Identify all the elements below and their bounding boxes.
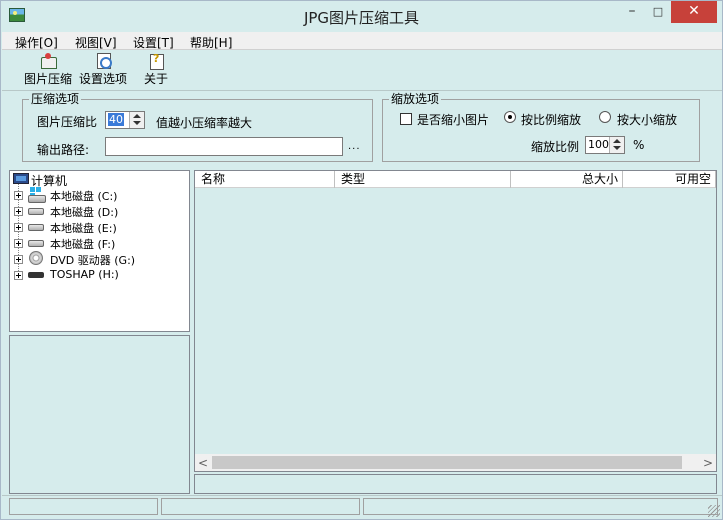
column-header-total-size[interactable]: 总大小 [511, 171, 623, 188]
app-window: JPG图片压缩工具 – □ ✕ 操作[O] 视图[V] 设置[T] 帮助[H] … [0, 0, 723, 520]
ratio-label: 图片压缩比 [37, 115, 98, 129]
path-bar [194, 474, 717, 494]
status-segment-1 [9, 498, 158, 515]
tree-node-drive-g[interactable]: DVD 驱动器 (G:) [10, 251, 189, 267]
scroll-right-arrow[interactable]: > [700, 457, 716, 469]
drive-icon [28, 208, 44, 215]
dvd-icon [29, 251, 43, 265]
expand-icon[interactable] [14, 223, 23, 232]
scrollbar-thumb[interactable] [212, 456, 682, 469]
scale-by-ratio-radio[interactable] [504, 111, 516, 123]
compress-options-group: 压缩选项 图片压缩比 40 值越小压缩率越大 输出路径: ... [22, 92, 373, 162]
maximize-button[interactable]: □ [645, 1, 671, 23]
drive-icon [28, 240, 44, 247]
tree-node-label: TOSHAP (H:) [50, 268, 119, 281]
status-bar [2, 495, 722, 519]
tree-node-computer[interactable]: 计算机 [10, 171, 189, 188]
compress-options-title: 压缩选项 [29, 92, 82, 106]
ratio-stepper-arrows[interactable] [129, 112, 144, 128]
file-list[interactable]: 名称 类型 总大小 可用空 < > [194, 170, 717, 472]
output-path-label: 输出路径: [37, 143, 90, 157]
compress-button[interactable]: 图片压缩 [22, 53, 74, 87]
scale-by-ratio-label: 按比例缩放 [521, 113, 582, 127]
resize-grip[interactable] [708, 505, 720, 517]
settings-button-label: 设置选项 [78, 72, 127, 86]
column-header-free-space[interactable]: 可用空 [623, 171, 716, 188]
expand-icon[interactable] [14, 191, 23, 200]
tree-node-drive-d[interactable]: 本地磁盘 (D:) [10, 203, 189, 219]
system-drive-icon [28, 187, 46, 203]
tree-node-label: DVD 驱动器 (G:) [50, 254, 136, 267]
about-button-label: 关于 [143, 72, 168, 86]
ratio-hint: 值越小压缩率越大 [156, 116, 253, 130]
column-header-name[interactable]: 名称 [195, 171, 335, 188]
scale-ratio-stepper[interactable]: 100 [585, 136, 625, 154]
scale-ratio-label: 缩放比例 [531, 140, 580, 154]
menu-view[interactable]: 视图[V] [75, 34, 117, 51]
settings-icon [94, 53, 112, 69]
tree-node-label: 本地磁盘 (C:) [50, 190, 118, 203]
title-bar: JPG图片压缩工具 – □ ✕ [1, 1, 722, 31]
tree-node-label: 本地磁盘 (F:) [50, 238, 116, 251]
column-header-type[interactable]: 类型 [335, 171, 511, 188]
tree-node-drive-c[interactable]: 本地磁盘 (C:) [10, 187, 189, 203]
computer-icon [13, 173, 29, 184]
scroll-left-arrow[interactable]: < [195, 457, 211, 469]
preview-panel [9, 335, 190, 494]
folder-tree[interactable]: 计算机 本地磁盘 (C:) 本地磁盘 (D:) 本地磁盘 (E:) 本地磁盘 (… [9, 170, 190, 332]
settings-button[interactable]: 设置选项 [77, 53, 129, 87]
toolbar: 图片压缩 设置选项 关于 [2, 51, 722, 91]
expand-icon[interactable] [14, 255, 23, 264]
menu-settings[interactable]: 设置[T] [133, 34, 174, 51]
usb-drive-icon [28, 272, 44, 278]
about-button[interactable]: 关于 [141, 52, 171, 87]
tree-node-label: 本地磁盘 (D:) [50, 206, 119, 219]
scale-ratio-value: 100 [588, 138, 609, 151]
scale-by-size-radio[interactable] [599, 111, 611, 123]
scale-ratio-stepper-arrows[interactable] [609, 137, 624, 153]
minimize-button[interactable]: – [619, 1, 645, 23]
list-header: 名称 类型 总大小 可用空 [195, 171, 716, 188]
scale-options-group: 缩放选项 是否缩小图片 按比例缩放 按大小缩放 缩放比例 100 % [382, 92, 700, 162]
drive-icon [28, 224, 44, 231]
scale-options-title: 缩放选项 [389, 92, 442, 106]
tree-node-drive-f[interactable]: 本地磁盘 (F:) [10, 235, 189, 251]
browse-button[interactable]: ... [348, 141, 361, 152]
ratio-value: 40 [108, 113, 124, 126]
percent-label: % [633, 138, 645, 152]
expand-icon[interactable] [14, 207, 23, 216]
expand-icon[interactable] [14, 271, 23, 280]
output-path-input[interactable] [105, 137, 343, 156]
tree-node-drive-h[interactable]: TOSHAP (H:) [10, 267, 189, 283]
compress-icon [39, 53, 57, 69]
tree-node-label: 本地磁盘 (E:) [50, 222, 117, 235]
about-icon [147, 52, 165, 70]
horizontal-scrollbar[interactable]: < > [195, 454, 716, 471]
menu-help[interactable]: 帮助[H] [190, 34, 232, 51]
expand-icon[interactable] [14, 239, 23, 248]
menu-bar: 操作[O] 视图[V] 设置[T] 帮助[H] [2, 32, 722, 50]
window-title: JPG图片压缩工具 [303, 9, 420, 27]
scale-by-size-label: 按大小缩放 [617, 113, 678, 127]
shrink-label: 是否缩小图片 [417, 113, 490, 127]
menu-operate[interactable]: 操作[O] [15, 34, 58, 51]
ratio-stepper[interactable]: 40 [105, 111, 145, 129]
tree-node-drive-e[interactable]: 本地磁盘 (E:) [10, 219, 189, 235]
status-segment-2 [161, 498, 360, 515]
compress-button-label: 图片压缩 [23, 72, 72, 86]
shrink-checkbox[interactable] [400, 113, 412, 125]
close-button[interactable]: ✕ [671, 1, 717, 23]
status-segment-3 [363, 498, 718, 515]
